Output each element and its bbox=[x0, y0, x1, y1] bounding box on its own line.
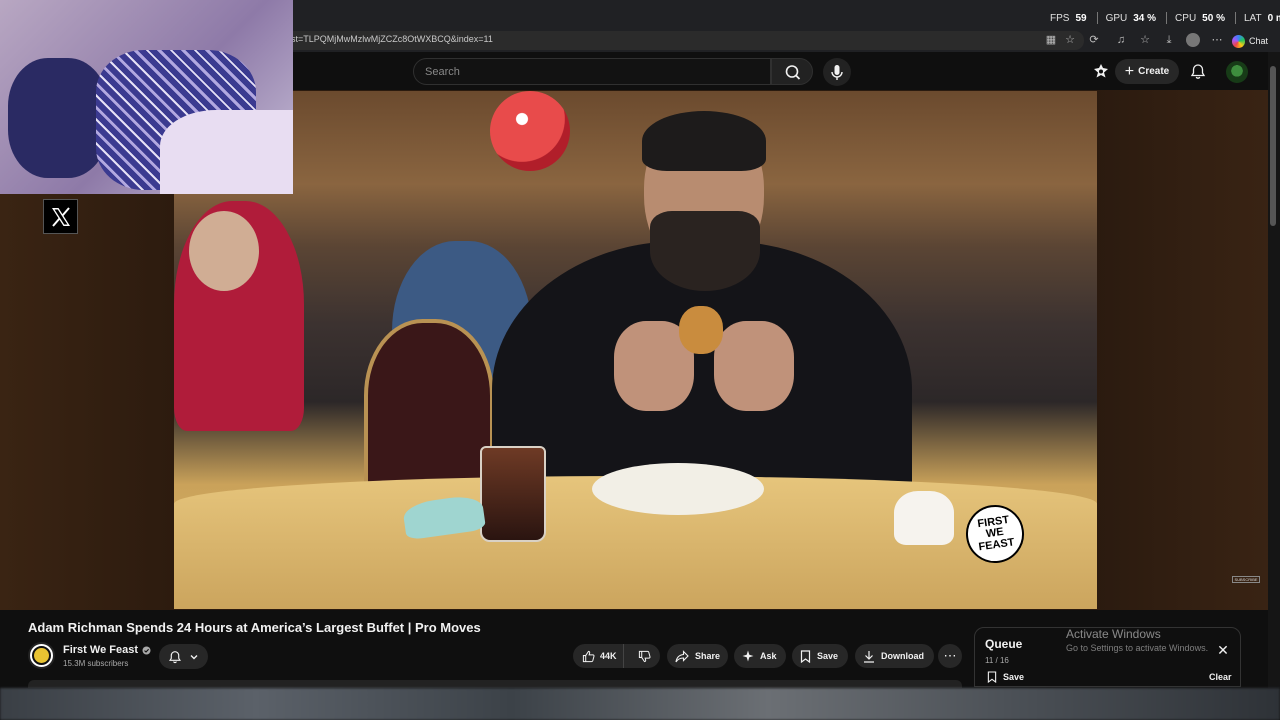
channel-avatar[interactable] bbox=[28, 642, 55, 669]
host-hair bbox=[642, 111, 766, 171]
napkin-figure bbox=[894, 491, 954, 545]
share-button[interactable]: Share bbox=[667, 644, 728, 668]
copilot-chat-button[interactable]: Chat bbox=[1232, 33, 1268, 49]
sparkle-icon bbox=[742, 650, 754, 662]
activate-windows-title: Activate Windows bbox=[1066, 627, 1161, 641]
activate-windows-subtitle: Go to Settings to activate Windows. bbox=[1066, 643, 1209, 653]
url-text[interactable]: st=TLPQMjMwMzlwMjZCZc8OtWXBCQ&index=11 bbox=[291, 34, 493, 44]
webcam-overlay bbox=[0, 0, 293, 194]
pillow-figure bbox=[8, 58, 108, 178]
microphone-icon bbox=[831, 65, 843, 80]
queue-save-label: Save bbox=[1003, 672, 1025, 682]
video-frame[interactable] bbox=[174, 91, 1097, 609]
video-title: Adam Richman Spends 24 Hours at America’… bbox=[28, 620, 481, 635]
host-hand-right bbox=[714, 321, 794, 411]
create-label: Create bbox=[1138, 66, 1170, 77]
food-item bbox=[679, 306, 723, 354]
more-actions-button[interactable]: ⋯ bbox=[938, 644, 962, 668]
host-beard bbox=[650, 211, 760, 291]
tab-grid-icon[interactable]: ▦ bbox=[1044, 33, 1058, 47]
thumbs-down-icon bbox=[639, 650, 651, 662]
fps-value: 59 bbox=[1075, 12, 1087, 24]
scrollbar-thumb[interactable] bbox=[1270, 66, 1276, 226]
queue-position: 11 / 16 bbox=[985, 656, 1009, 665]
description-box[interactable] bbox=[28, 680, 962, 688]
save-label: Save bbox=[817, 651, 839, 661]
search-button[interactable] bbox=[771, 58, 813, 85]
x-logo-icon bbox=[43, 199, 78, 234]
like-dislike-group: 44K bbox=[573, 644, 660, 668]
download-button[interactable]: Download bbox=[855, 644, 934, 668]
bookmark-icon bbox=[987, 671, 997, 683]
ask-label: Ask bbox=[760, 651, 777, 661]
media-icon[interactable]: ♫ bbox=[1114, 33, 1128, 47]
copilot-icon bbox=[1232, 34, 1245, 48]
chevron-down-icon bbox=[190, 654, 198, 659]
balloon-figure bbox=[490, 91, 570, 171]
cpu-value: 50 % bbox=[1202, 12, 1225, 24]
lat-label: LAT bbox=[1243, 12, 1262, 24]
lat-value: 0 ms bbox=[1267, 12, 1280, 24]
channel-name-link[interactable]: First We Feast bbox=[63, 644, 151, 656]
bookmark-icon bbox=[800, 649, 811, 663]
bell-icon bbox=[169, 650, 182, 663]
save-button[interactable]: Save bbox=[792, 644, 848, 668]
diner-woman-head bbox=[189, 211, 259, 291]
chat-label: Chat bbox=[1249, 36, 1269, 46]
download-icon[interactable]: ⤓ bbox=[1162, 33, 1176, 47]
cpu-label: CPU bbox=[1175, 12, 1197, 24]
divider bbox=[1234, 12, 1236, 24]
voice-search-button[interactable] bbox=[823, 58, 851, 86]
sheet-figure bbox=[160, 110, 293, 194]
subscription-notification-button[interactable] bbox=[159, 644, 208, 669]
queue-save-button[interactable]: Save bbox=[987, 671, 1024, 683]
channel-name[interactable]: First We Feast bbox=[63, 644, 138, 656]
search-placeholder[interactable]: Search bbox=[425, 66, 460, 78]
subscriber-count: 15.3M subscribers bbox=[63, 659, 129, 668]
chair-figure bbox=[364, 319, 494, 489]
divider bbox=[1096, 12, 1098, 24]
notifications-bell-icon[interactable] bbox=[1190, 63, 1206, 80]
channel-logo-icon bbox=[32, 646, 51, 665]
like-count: 44K bbox=[600, 651, 617, 661]
thumbs-up-icon bbox=[582, 650, 595, 662]
download-arrow-icon bbox=[864, 650, 874, 663]
extension-icon[interactable]: ⟳ bbox=[1087, 33, 1101, 47]
soda-glass-figure bbox=[480, 446, 546, 542]
account-avatar[interactable] bbox=[1226, 61, 1248, 83]
profile-icon[interactable] bbox=[1186, 33, 1200, 47]
more-menu-icon[interactable]: ⋯ bbox=[1210, 33, 1224, 47]
queue-title: Queue bbox=[985, 637, 1023, 651]
queue-clear-button[interactable]: Clear bbox=[1209, 672, 1232, 682]
favorite-star-icon[interactable]: ☆ bbox=[1063, 33, 1077, 47]
subscribe-watermark[interactable]: SUBSCRIBE bbox=[1232, 576, 1260, 583]
ask-button[interactable]: Ask bbox=[734, 644, 786, 668]
search-input[interactable] bbox=[413, 58, 771, 85]
share-icon bbox=[675, 649, 689, 662]
gpu-value: 34 % bbox=[1133, 12, 1157, 24]
divider bbox=[1166, 12, 1168, 24]
fps-label: FPS bbox=[1050, 12, 1070, 24]
more-horizontal-icon: ⋯ bbox=[943, 648, 957, 663]
verified-check-icon bbox=[142, 646, 151, 654]
performance-overlay: FPS 59 GPU 34 % CPU 50 % LAT 0 ms bbox=[1050, 10, 1280, 26]
plate-figure bbox=[592, 463, 764, 515]
taskbar-strip bbox=[0, 688, 1280, 720]
create-button[interactable]: + Create bbox=[1115, 59, 1179, 84]
like-button[interactable]: 44K bbox=[573, 644, 624, 668]
gpu-label: GPU bbox=[1105, 12, 1128, 24]
close-icon[interactable]: ✕ bbox=[1216, 643, 1230, 657]
dislike-button[interactable] bbox=[630, 644, 660, 668]
premium-icon[interactable] bbox=[1093, 63, 1109, 79]
favorites-icon[interactable]: ☆ bbox=[1138, 33, 1152, 47]
search-icon bbox=[785, 65, 801, 80]
share-label: Share bbox=[694, 651, 720, 661]
plus-icon: + bbox=[1124, 62, 1135, 80]
download-label: Download bbox=[881, 651, 924, 661]
